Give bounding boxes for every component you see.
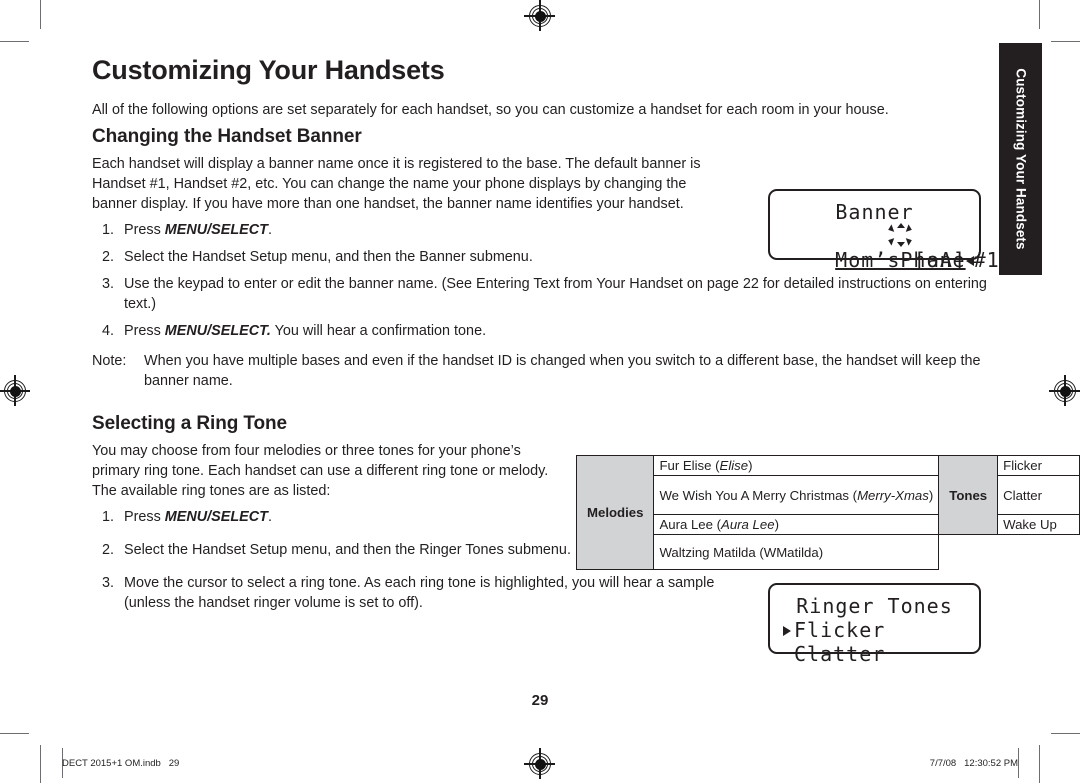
lcd-banner-line2: Mom’sPhone #1	[783, 222, 999, 272]
crop-mark-top-left-horizontal	[0, 41, 29, 43]
melody-cell-4: Waltzing Matilda (WMatilda)	[653, 534, 940, 570]
ring-tones-table: Melodies Fur Elise (Elise) Tones Flicker…	[575, 455, 1080, 570]
melody-cell-2: We Wish You A Merry Christmas (Merry-Xma…	[653, 475, 940, 515]
step-number: 3.	[101, 575, 114, 591]
step-text-emphasis: MENU/SELECT	[164, 222, 268, 238]
step-number: 1.	[101, 222, 114, 238]
melody-display-name: Elise	[719, 458, 749, 473]
footer-source-file: DECT 2015+1 OM.indb 29	[62, 758, 180, 769]
list-item: 4. Press MENU/SELECT. You will hear a con…	[92, 321, 992, 341]
empty-cell	[939, 535, 1080, 570]
list-item: 3. Use the keypad to enter or edit the ba…	[92, 274, 992, 314]
step-number: 1.	[101, 509, 114, 525]
table-row: Melodies Fur Elise (Elise) Tones Flicker	[575, 455, 1080, 570]
step-number: 3.	[101, 276, 114, 292]
melody-cell-3: Aura Lee (Aura Lee)	[653, 514, 940, 535]
note-text: When you have multiple bases and even if…	[144, 353, 981, 389]
melody-cell-1: Fur Elise (Elise)	[653, 455, 940, 476]
lcd-ringer-option-1: Flicker	[794, 618, 886, 642]
page-intro-paragraph: All of the following options are set sep…	[92, 102, 889, 118]
melody-name: Aura Lee (	[659, 517, 722, 532]
registration-mark-top	[524, 0, 555, 31]
melody-name: We Wish You A Merry Christmas (	[659, 487, 858, 503]
melody-display-name: Merry-Xmas	[857, 487, 929, 503]
melody-display-name: Aura Lee	[721, 517, 775, 532]
step-text-pre: Use the keypad to enter or edit the bann…	[124, 276, 987, 312]
registration-mark-left	[0, 375, 30, 406]
step-text-pre: Select the Handset Setup menu, and then …	[124, 249, 533, 265]
melodies-header-cell: Melodies	[575, 455, 655, 570]
selection-pointer-icon	[783, 625, 791, 636]
melody-name: Waltzing Matilda (WMatilda)	[659, 544, 824, 560]
crop-mark-bottom-left-horizontal	[0, 733, 29, 735]
banner-section-heading: Changing the Handset Banner	[92, 126, 362, 147]
list-item: 2. Select the Handset Setup menu, and the…	[92, 540, 584, 560]
step-text-post: .	[267, 222, 272, 238]
lcd-banner-input-mode: [aA]	[913, 248, 966, 272]
tone-cell-2: Clatter	[997, 475, 1080, 515]
footer-rule-right	[1018, 748, 1020, 778]
lcd-ringer-selected-row: Flicker	[783, 618, 966, 642]
ringtone-section-heading: Selecting a Ring Tone	[92, 413, 287, 434]
cursor-left-arrow-icon	[965, 255, 974, 266]
step-number: 2.	[101, 542, 114, 558]
tone-cell-1: Flicker	[997, 455, 1080, 476]
footer-timestamp: 7/7/08 12:30:52 PM	[929, 758, 1018, 769]
step-text-pre: Press	[124, 323, 165, 339]
lcd-ringer-option-2-row: Clatter	[783, 642, 966, 666]
ringtone-section-paragraph: You may choose from four melodies or thr…	[92, 443, 549, 499]
registration-mark-bottom	[524, 748, 555, 779]
lcd-banner-handset-id: #1	[973, 248, 1000, 272]
section-side-tab: Customizing Your Handsets	[999, 43, 1042, 275]
lcd-ringer-title: Ringer Tones	[796, 594, 953, 618]
crop-mark-top-right-vertical	[1039, 0, 1041, 29]
lcd-banner-line1: Banner	[835, 200, 914, 224]
step-text-emphasis: MENU/SELECT.	[164, 323, 271, 339]
list-item: 3. Move the cursor to select a ring tone.…	[92, 573, 764, 613]
page-number: 29	[531, 692, 549, 709]
crop-mark-bottom-right-vertical	[1039, 745, 1041, 783]
melody-name-tail: )	[774, 517, 779, 532]
crop-mark-bottom-right-horizontal	[1051, 733, 1080, 735]
tone-cell-3: Wake Up	[997, 514, 1080, 535]
step-number: 2.	[101, 249, 114, 265]
melody-name-tail: )	[928, 487, 934, 503]
lcd-ringer-display: Ringer Tones Flicker Clatter	[768, 583, 981, 666]
crop-mark-bottom-left-vertical	[40, 745, 42, 783]
blinking-cursor-icon	[886, 222, 914, 248]
step-text-pre: Select the Handset Setup menu, and then …	[124, 542, 571, 558]
section-side-tab-label: Customizing Your Handsets	[1013, 68, 1028, 250]
step-text-pre: Move the cursor to select a ring tone. A…	[124, 575, 715, 611]
registration-mark-right	[1049, 375, 1080, 406]
step-text-post: You will hear a confirmation tone.	[270, 323, 487, 339]
banner-note: Note: When you have multiple bases and ev…	[92, 351, 992, 391]
lcd-ringer-option-2: Clatter	[794, 642, 886, 666]
lcd-banner-display: Banner Mom’sPhone #1 [aA]	[768, 189, 999, 272]
tones-header-cell: Tones	[938, 455, 999, 535]
banner-section-paragraph: Each handset will display a banner name …	[92, 156, 701, 212]
step-number: 4.	[101, 323, 114, 339]
note-label: Note:	[92, 353, 127, 369]
page-title: Customizing Your Handsets	[92, 55, 445, 85]
crop-mark-top-left-vertical	[40, 0, 42, 29]
melody-name: Fur Elise (	[659, 458, 720, 473]
crop-mark-top-right-horizontal	[1051, 41, 1080, 43]
step-text-post: .	[267, 509, 272, 525]
step-text-emphasis: MENU/SELECT	[164, 509, 268, 525]
melody-name-tail: )	[748, 458, 753, 473]
step-text-pre: Press	[124, 222, 165, 238]
step-text-pre: Press	[124, 509, 165, 525]
